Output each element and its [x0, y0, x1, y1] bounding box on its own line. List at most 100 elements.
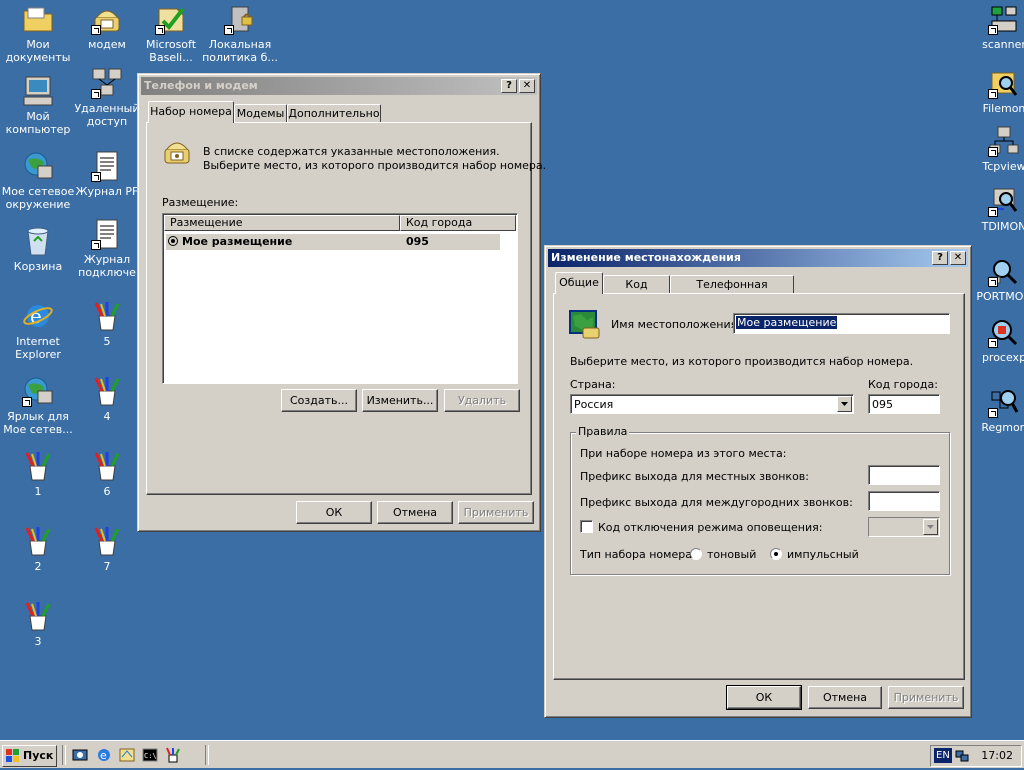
tab-general[interactable]: Общие — [555, 272, 603, 294]
scanner-icon — [988, 3, 1020, 35]
internet-explorer-icon[interactable]: e — [96, 747, 112, 763]
local-prefix-label: Префикс выхода для местных звонков: — [580, 470, 809, 483]
rules-group-label: Правила — [576, 425, 630, 438]
desktop-icon-label: Локальная политика б... — [202, 38, 278, 64]
my-computer-icon — [22, 75, 54, 107]
desktop-icon-label: Мой компьютер — [5, 110, 71, 136]
desktop-icon[interactable]: Журнал подключе — [69, 218, 145, 279]
edit-location-button[interactable]: Изменить... — [362, 389, 438, 412]
close-icon[interactable]: ✕ — [950, 251, 966, 265]
tab-dialing-rules[interactable]: Набор номера — [148, 101, 234, 123]
desktop-icon-label: 1 — [34, 485, 42, 498]
clock[interactable]: 17:02 — [981, 749, 1013, 762]
desktop-icon[interactable]: Microsoft Baseli... — [133, 3, 209, 64]
taskbar-separator — [205, 745, 209, 765]
tab-modems[interactable]: Модемы — [234, 104, 287, 123]
edit-location-titlebar[interactable]: Изменение местонахождения ? ✕ — [548, 249, 968, 267]
desktop-icon-label: PORTMON — [976, 290, 1024, 303]
country-select[interactable]: Россия — [570, 394, 854, 414]
desktop-icon-label: Корзина — [13, 260, 63, 273]
chevron-down-icon[interactable] — [837, 396, 852, 412]
phone-modem-title: Телефон и модем — [144, 79, 258, 92]
desktop-icon-label: 5 — [103, 335, 111, 348]
start-button[interactable]: Пуск — [2, 745, 57, 767]
tdimon-icon — [988, 185, 1020, 217]
tab-calling-card[interactable]: Телефонная карточка — [670, 275, 794, 309]
chevron-down-icon[interactable] — [923, 519, 938, 535]
desktop-icon-label: TDIMON — [981, 220, 1024, 233]
new-location-button[interactable]: Создать... — [281, 389, 357, 412]
language-indicator[interactable]: EN — [934, 748, 952, 763]
desktop-icon[interactable]: Мое сетевое окружение — [0, 150, 76, 211]
desktop-icon-label: Мои документы — [5, 38, 71, 64]
desktop-icon[interactable]: Мои документы — [0, 3, 76, 64]
desktop-icon[interactable]: procexp — [966, 316, 1024, 364]
desktop-icon[interactable]: 6 — [69, 450, 145, 498]
log-document-icon — [91, 218, 123, 250]
desktop-icon[interactable]: Regmon — [966, 386, 1024, 434]
desktop-icon[interactable]: Мой компьютер — [0, 75, 76, 136]
column-header-code[interactable]: Код города — [400, 215, 516, 231]
desktop-icon[interactable]: Удаленный доступ — [69, 67, 145, 128]
desktop-icon[interactable]: Корзина — [0, 225, 76, 273]
svg-text:C:\: C:\ — [144, 752, 157, 760]
tab-advanced[interactable]: Дополнительно — [287, 104, 381, 123]
tab-area-code[interactable]: Код города — [603, 275, 670, 309]
desktop-icon[interactable]: 4 — [69, 375, 145, 423]
desktop-icon[interactable]: Локальная политика б... — [202, 3, 278, 64]
desktop-icon[interactable]: 3 — [0, 600, 76, 648]
paint-brushes-icon — [22, 450, 54, 482]
desktop-icon[interactable]: 2 — [0, 525, 76, 573]
table-row[interactable]: Мое размещение 095 — [166, 234, 500, 250]
desktop-icon[interactable]: Журнал PF — [69, 150, 145, 198]
desktop-icon[interactable]: 7 — [69, 525, 145, 573]
command-prompt-icon[interactable]: C:\ — [142, 747, 158, 763]
desktop-icon[interactable]: Tcpview — [966, 125, 1024, 173]
locations-listview[interactable]: Размещение Код города Мое размещение 095 — [162, 213, 518, 384]
location-name-value: Мое размещение — [736, 316, 838, 329]
cancel-button[interactable]: Отмена — [377, 501, 453, 524]
city-code-value: 095 — [872, 398, 893, 411]
network-tray-icon[interactable] — [955, 749, 969, 763]
cancel-button[interactable]: Отмена — [808, 686, 882, 709]
desktop-icon[interactable]: TDIMON — [966, 185, 1024, 233]
ok-button[interactable]: ОК — [726, 685, 802, 710]
city-code-input[interactable]: 095 — [868, 394, 940, 414]
apply-button[interactable]: Применить — [888, 686, 964, 709]
column-location-label: Размещение — [170, 216, 243, 229]
show-desktop-icon[interactable] — [72, 747, 88, 763]
delete-location-button[interactable]: Удалить — [444, 389, 520, 412]
long-distance-prefix-input[interactable] — [868, 491, 940, 511]
desktop-icon[interactable]: scanner — [966, 3, 1024, 51]
desktop-icon-label: 3 — [34, 635, 42, 648]
pulse-radio[interactable] — [770, 548, 782, 560]
outlook-icon[interactable] — [119, 747, 135, 763]
desktop-icon-label: 2 — [34, 560, 42, 573]
tone-radio[interactable] — [690, 548, 702, 560]
desktop-icon[interactable]: PORTMON — [966, 255, 1024, 303]
help-button[interactable]: ? — [932, 251, 948, 265]
edit-location-title: Изменение местонахождения — [551, 251, 741, 264]
location-name-input[interactable]: Мое размещение — [733, 313, 950, 334]
paint-brushes-icon[interactable] — [165, 747, 181, 763]
desktop-icon-label: 7 — [103, 560, 111, 573]
desktop-icon[interactable]: Ярлык для Мое сетев... — [0, 375, 76, 436]
desktop-icon[interactable]: e Internet Explorer — [0, 300, 76, 361]
ok-button[interactable]: ОК — [296, 501, 372, 524]
desktop-icon[interactable]: 5 — [69, 300, 145, 348]
local-prefix-input[interactable] — [868, 465, 940, 485]
column-header-location[interactable]: Размещение — [164, 215, 400, 231]
desktop-icon[interactable]: Filemon — [966, 67, 1024, 115]
call-waiting-select[interactable] — [868, 517, 940, 537]
help-button[interactable]: ? — [501, 79, 517, 93]
call-waiting-checkbox[interactable] — [580, 520, 593, 533]
desktop-icon-label: Internet Explorer — [15, 335, 61, 361]
close-icon[interactable]: ✕ — [519, 79, 535, 93]
phone-modem-titlebar[interactable]: Телефон и модем ? ✕ — [141, 77, 537, 95]
long-distance-prefix-label: Префикс выхода для междугородних звонков… — [580, 496, 853, 509]
info-text-2: Выберите место, из которого производится… — [203, 159, 547, 172]
location-code-cell: 095 — [406, 235, 429, 248]
apply-button[interactable]: Применить — [458, 501, 534, 524]
desktop-icon[interactable]: 1 — [0, 450, 76, 498]
phone-modem-window: Телефон и модем ? ✕ Набор номера Модемы … — [137, 73, 546, 532]
